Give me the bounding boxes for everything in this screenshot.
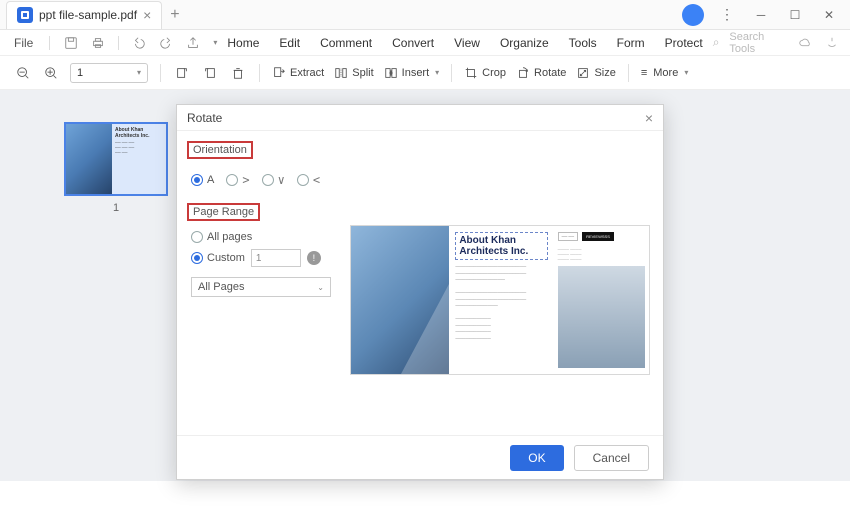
tab-protect[interactable]: Protect [665,36,703,50]
orientation-radio-0[interactable]: A [191,174,214,186]
orientation-radios: A > ∨ < [191,173,327,187]
info-badge-icon: ! [307,251,321,265]
tab-form[interactable]: Form [617,36,645,50]
search-magnifier-icon: ⌕ [713,35,720,50]
preview-sub-image [558,266,645,368]
print-icon[interactable] [89,34,106,52]
document-tab[interactable]: ppt file-sample.pdf × [6,1,162,29]
rotate-right-page-icon[interactable] [201,64,219,82]
tab-comment[interactable]: Comment [320,36,372,50]
page-range-select[interactable]: All Pages⌄ [191,277,331,297]
cancel-button[interactable]: Cancel [574,445,649,471]
tab-convert[interactable]: Convert [392,36,434,50]
dialog-close-icon[interactable]: × [645,110,653,126]
rotate-dialog: Rotate × Orientation A > ∨ < Page Range … [176,104,664,480]
kebab-menu-icon[interactable]: ⋮ [716,4,738,26]
rotate-left-page-icon[interactable] [173,64,191,82]
dialog-preview: About Khan Architects Inc. ─────────────… [337,131,663,435]
app-logo-icon [17,7,33,23]
preview-badge-1: ── ── [558,232,578,241]
cloud-icon[interactable] [797,34,813,52]
zoom-in-icon[interactable] [42,64,60,82]
thumb-1-number: 1 [64,202,168,214]
more-button[interactable]: ≡More▾ [641,67,689,79]
undo-icon[interactable] [131,34,148,52]
split-button[interactable]: Split [334,66,373,80]
crop-button[interactable]: Crop [464,66,506,80]
dialog-title: Rotate [187,111,222,125]
tab-tools[interactable]: Tools [569,36,597,50]
rotate-button[interactable]: Rotate [516,66,566,80]
zoom-out-icon[interactable] [14,64,32,82]
window-controls: ⋮ ─ ☐ ✕ [672,4,850,26]
tab-home[interactable]: Home [227,36,259,50]
tab-edit[interactable]: Edit [279,36,300,50]
page-range-custom-input[interactable] [251,249,301,267]
new-tab-button[interactable]: + [170,6,179,24]
tab-filename: ppt file-sample.pdf [39,8,137,22]
user-avatar[interactable] [682,4,704,26]
maximize-icon[interactable]: ☐ [784,4,806,26]
orientation-radio-90[interactable]: > [226,173,249,187]
page-range-custom-radio[interactable]: Custom [191,252,245,264]
search-tools-input[interactable]: Search Tools [729,31,787,55]
ok-button[interactable]: OK [510,445,563,471]
title-bar: ppt file-sample.pdf × + ⋮ ─ ☐ ✕ [0,0,850,30]
minimize-icon[interactable]: ─ [750,4,772,26]
insert-button[interactable]: Insert▾ [384,66,440,80]
tab-close-icon[interactable]: × [143,7,151,23]
redo-icon[interactable] [158,34,175,52]
file-menu[interactable]: File [10,34,37,52]
workspace: About Khan Architects Inc. ── ── ──── ──… [0,90,850,481]
thumb-1-title: About Khan Architects Inc. [115,127,163,139]
orientation-radio-270[interactable]: < [297,173,320,187]
orientation-label: Orientation [187,141,253,159]
preview-badge-reviews: REVIEWSSS [582,232,614,241]
page-number-input[interactable]: 1▾ [70,63,148,83]
orientation-radio-180[interactable]: ∨ [262,173,285,187]
thumb-page-1[interactable]: About Khan Architects Inc. ── ── ──── ──… [64,122,168,214]
page-range-label: Page Range [187,203,260,221]
preview-heading: About Khan Architects Inc. [455,232,547,260]
tab-view[interactable]: View [454,36,480,50]
share-icon[interactable] [185,34,202,52]
save-icon[interactable] [62,34,79,52]
close-window-icon[interactable]: ✕ [818,4,840,26]
menu-bar: File ▾ Home Edit Comment Convert View Or… [0,30,850,56]
preview-building-image [351,226,449,374]
menu-caret-icon[interactable]: ▾ [213,38,217,47]
tab-organize[interactable]: Organize [500,36,549,50]
page-range-all-radio[interactable]: All pages [191,231,327,243]
sync-icon[interactable] [824,34,840,52]
organize-toolbar: 1▾ Extract Split Insert▾ Crop Rotate Siz… [0,56,850,90]
delete-page-icon[interactable] [229,64,247,82]
extract-button[interactable]: Extract [272,66,324,80]
size-button[interactable]: Size [576,66,615,80]
